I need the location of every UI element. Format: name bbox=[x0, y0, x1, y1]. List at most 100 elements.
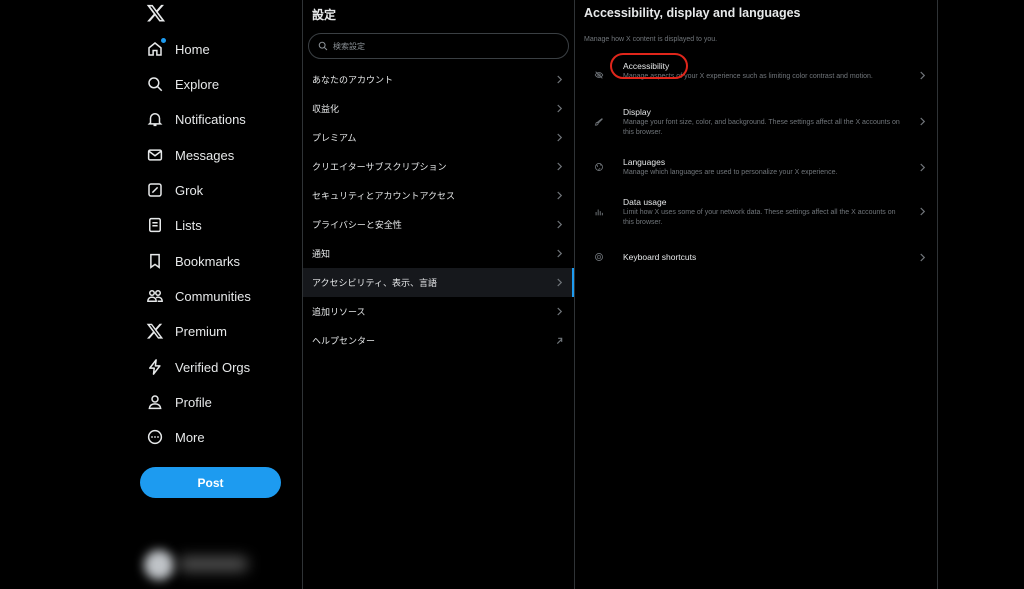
nav-item-premium[interactable]: Premium bbox=[146, 316, 227, 346]
account-name-blurred bbox=[178, 557, 248, 571]
list-icon bbox=[146, 216, 164, 234]
bell-icon bbox=[146, 110, 164, 128]
chevron-right-icon bbox=[557, 249, 563, 258]
globe-icon bbox=[595, 163, 603, 171]
nav-item-label: Explore bbox=[175, 76, 220, 92]
chevron-right-icon bbox=[920, 163, 926, 172]
option-languages[interactable]: Languages Manage which languages are use… bbox=[575, 153, 937, 183]
settings-item-creator-subscriptions[interactable]: クリエイターサブスクリプション bbox=[303, 152, 574, 181]
option-description: Manage your font size, color, and backgr… bbox=[623, 119, 900, 136]
brush-icon bbox=[594, 118, 603, 126]
option-data-usage[interactable]: Data usage Limit how X uses some of your… bbox=[575, 193, 937, 231]
settings-item-label: ヘルプセンター bbox=[312, 336, 376, 346]
nav-item-grok[interactable]: Grok bbox=[146, 175, 203, 205]
chevron-right-icon bbox=[557, 133, 563, 142]
primary-nav: Home Explore Notifications Messages Grok… bbox=[138, 0, 302, 589]
nav-item-label: Bookmarks bbox=[175, 253, 241, 269]
nav-item-label: Communities bbox=[175, 288, 251, 304]
settings-item-monetization[interactable]: 収益化 bbox=[303, 94, 574, 123]
accessibility-icon bbox=[594, 71, 604, 79]
settings-item-label: あなたのアカウント bbox=[312, 75, 394, 85]
nav-item-label: More bbox=[175, 429, 205, 445]
chevron-right-icon bbox=[557, 191, 563, 200]
option-title: Keyboard shortcuts bbox=[623, 252, 697, 262]
nav-item-label: Home bbox=[175, 41, 210, 57]
settings-item-accessibility-display-languages[interactable]: アクセシビリティ、表示、言語 bbox=[303, 268, 574, 297]
settings-item-privacy[interactable]: プライバシーと安全性 bbox=[303, 210, 574, 239]
settings-item-label: 収益化 bbox=[312, 104, 340, 114]
grok-icon bbox=[146, 181, 164, 199]
settings-column: 設定 検索設定 あなたのアカウント 収益化 プレミアム クリエイターサブスクリプ… bbox=[303, 0, 574, 589]
chevron-right-icon bbox=[557, 307, 563, 316]
settings-item-notifications[interactable]: 通知 bbox=[303, 239, 574, 268]
nav-item-label: Profile bbox=[175, 394, 212, 410]
nav-item-label: Verified Orgs bbox=[175, 359, 251, 375]
nav-item-label: Grok bbox=[175, 182, 204, 198]
option-title: Data usage bbox=[623, 197, 667, 207]
settings-item-help-center[interactable]: ヘルプセンター bbox=[303, 326, 574, 355]
settings-item-label: クリエイターサブスクリプション bbox=[312, 162, 447, 172]
account-switcher[interactable] bbox=[144, 548, 294, 582]
page-subtitle: Manage how X content is displayed to you… bbox=[584, 36, 718, 43]
settings-search-input[interactable]: 検索設定 bbox=[308, 33, 569, 59]
x-logo-icon bbox=[146, 322, 164, 340]
search-icon bbox=[318, 41, 328, 51]
nav-item-label: Messages bbox=[175, 147, 235, 163]
settings-item-label: プライバシーと安全性 bbox=[312, 220, 402, 230]
nav-item-label: Notifications bbox=[175, 111, 246, 127]
nav-item-bookmarks[interactable]: Bookmarks bbox=[146, 246, 240, 276]
chevron-right-icon bbox=[920, 207, 926, 216]
nav-item-home[interactable]: Home bbox=[146, 34, 210, 64]
page-title: Accessibility, display and languages bbox=[584, 6, 801, 20]
external-arrow-icon bbox=[556, 337, 563, 344]
nav-item-communities[interactable]: Communities bbox=[146, 281, 251, 311]
nav-item-label: Lists bbox=[175, 217, 202, 233]
option-description: Limit how X uses some of your network da… bbox=[623, 209, 896, 226]
keyboard-icon bbox=[595, 253, 603, 261]
search-icon bbox=[146, 75, 164, 93]
communities-icon bbox=[146, 287, 164, 305]
chevron-right-icon bbox=[557, 220, 563, 229]
chevron-right-icon bbox=[920, 117, 926, 126]
nav-item-explore[interactable]: Explore bbox=[146, 69, 219, 99]
bar-chart-icon bbox=[595, 209, 603, 216]
settings-item-label: 通知 bbox=[312, 249, 331, 259]
chevron-right-icon bbox=[557, 162, 563, 171]
home-icon bbox=[146, 38, 166, 58]
more-circle-icon bbox=[146, 428, 164, 446]
settings-item-label: 追加リソース bbox=[312, 307, 366, 317]
bookmark-icon bbox=[146, 252, 164, 270]
nav-item-messages[interactable]: Messages bbox=[146, 140, 234, 170]
nav-item-label: Premium bbox=[175, 323, 228, 339]
settings-item-additional-resources[interactable]: 追加リソース bbox=[303, 297, 574, 326]
post-button[interactable]: Post bbox=[140, 467, 281, 498]
envelope-icon bbox=[146, 146, 164, 164]
option-title: Display bbox=[623, 107, 651, 117]
chevron-right-icon bbox=[557, 278, 563, 287]
notification-dot bbox=[161, 38, 166, 43]
settings-item-label: プレミアム bbox=[312, 133, 357, 143]
chevron-right-icon bbox=[557, 75, 563, 84]
settings-item-premium[interactable]: プレミアム bbox=[303, 123, 574, 152]
nav-item-lists[interactable]: Lists bbox=[146, 210, 202, 240]
nav-item-more[interactable]: More bbox=[146, 422, 205, 452]
chevron-right-icon bbox=[920, 253, 926, 262]
nav-item-profile[interactable]: Profile bbox=[146, 387, 212, 417]
option-keyboard-shortcuts[interactable]: Keyboard shortcuts bbox=[575, 247, 937, 267]
settings-item-label: アクセシビリティ、表示、言語 bbox=[312, 278, 438, 288]
avatar bbox=[144, 550, 174, 580]
highlight-annotation bbox=[610, 53, 688, 79]
option-display[interactable]: Display Manage your font size, color, an… bbox=[575, 103, 937, 141]
detail-column: Accessibility, display and languages Man… bbox=[575, 0, 937, 589]
settings-item-security[interactable]: セキュリティとアカウントアクセス bbox=[303, 181, 574, 210]
chevron-right-icon bbox=[557, 104, 563, 113]
column-divider bbox=[937, 0, 938, 589]
settings-item-your-account[interactable]: あなたのアカウント bbox=[303, 65, 574, 94]
chevron-right-icon bbox=[920, 71, 926, 80]
x-logo-icon[interactable] bbox=[146, 3, 166, 23]
nav-item-notifications[interactable]: Notifications bbox=[146, 104, 246, 134]
settings-item-label: セキュリティとアカウントアクセス bbox=[312, 191, 456, 201]
lightning-icon bbox=[146, 358, 164, 376]
person-icon bbox=[146, 393, 164, 411]
nav-item-verified-orgs[interactable]: Verified Orgs bbox=[146, 352, 250, 382]
